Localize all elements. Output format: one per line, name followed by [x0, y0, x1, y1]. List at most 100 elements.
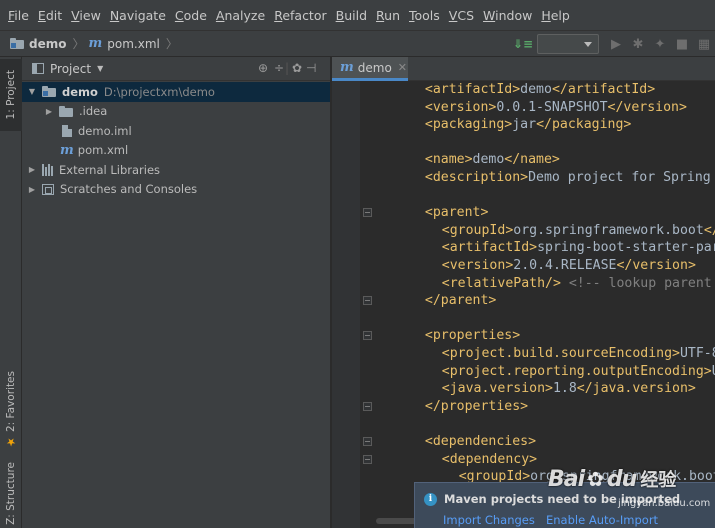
fold-marker-icon[interactable]	[363, 454, 372, 464]
code-line: <project.build.sourceEncoding>UTF-8</pro…	[442, 345, 715, 363]
debug-icon[interactable]: ✱	[627, 31, 649, 57]
fold-marker-icon[interactable]	[363, 296, 372, 306]
breadcrumb-file[interactable]: m pom.xml 〉	[85, 35, 178, 52]
fold-marker-icon[interactable]	[363, 437, 372, 446]
xml-value: 1.8	[552, 381, 577, 397]
tool-tab-structure[interactable]: Z: Structure	[0, 459, 22, 528]
gear-icon[interactable]: ✿	[292, 61, 302, 75]
menu-navigate[interactable]: Navigate	[106, 0, 171, 31]
xml-tag: </parent>	[424, 293, 497, 309]
run-toolbar: ⇓≡ ▶ ✱ ✦ ■ ▦	[512, 31, 715, 57]
maven-import-notification: i Maven projects need to be imported Imp…	[414, 482, 715, 528]
build-icon[interactable]: ⇓≡	[512, 31, 534, 57]
code-line: <artifactId>demo</artifactId>	[425, 81, 655, 99]
xml-value: spring-boot-starter-parent	[537, 240, 715, 256]
xml-tag: <version>	[441, 258, 514, 273]
xml-tag: <parent>	[424, 205, 489, 221]
separator: |	[285, 61, 290, 75]
tree-item-idea[interactable]: ▶ .idea	[22, 102, 330, 122]
chevron-right-icon[interactable]: ▶	[27, 185, 37, 194]
fold-marker-icon[interactable]	[363, 401, 372, 411]
tool-tab-favorites[interactable]: ★ 2: Favorites	[0, 370, 22, 450]
menu-bar: File Edit View Navigate Code Analyze Refactor B…	[0, 0, 715, 31]
editor-gutter[interactable]	[332, 81, 360, 528]
menu-window[interactable]: Window	[479, 0, 537, 31]
menu-tools[interactable]: Tools	[405, 0, 445, 31]
project-panel: Project ▼ ⊕ ÷ | ✿ ⊣ ▼ demo D:\projectxm\…	[22, 57, 331, 528]
breadcrumb-separator: 〉	[165, 37, 178, 51]
xml-value: 2.0.4.RELEASE	[513, 258, 617, 273]
editor-tab-label: demo	[357, 60, 392, 75]
code-line: </parent>	[425, 292, 496, 310]
xml-tag: <groupId>	[441, 222, 514, 238]
code-line: <description>Demo project for Spring Boo…	[425, 169, 715, 187]
tree-item-scratches[interactable]: ▶ Scratches and Consoles	[22, 180, 330, 200]
xml-tag: <dependencies>	[424, 434, 537, 449]
code-editor[interactable]: <artifactId>demo</artifactId> <version>0.…	[360, 81, 715, 528]
xml-value: demo	[472, 152, 505, 168]
xml-value: Demo project for Spring Boot	[528, 170, 711, 185]
tree-item-demo[interactable]: ▼ demo D:\projectxm\demo	[22, 82, 330, 102]
xml-tag: </groupId>	[703, 222, 715, 238]
tree-item-label: .idea	[79, 104, 108, 119]
tree-item-pom-xml[interactable]: m pom.xml	[22, 141, 330, 161]
file-icon	[62, 124, 72, 137]
menu-run[interactable]: Run	[372, 0, 405, 31]
chevron-right-icon[interactable]: ▶	[27, 165, 37, 174]
close-icon[interactable]: ✕	[398, 61, 407, 74]
breadcrumb-project[interactable]: demo 〉	[0, 35, 85, 52]
run-icon[interactable]: ▶	[605, 31, 627, 57]
hide-panel-icon[interactable]: ⊣	[306, 61, 316, 75]
menu-help[interactable]: Help	[537, 0, 575, 31]
code-line: <java.version>1.8</java.version>	[442, 380, 696, 398]
editor-tab-bar: m demo ✕	[332, 57, 715, 81]
library-icon	[42, 163, 53, 176]
tree-item-external-libraries[interactable]: ▶ External Libraries	[22, 160, 330, 180]
xml-tag: </artifactId>	[551, 82, 656, 97]
editor-tab-pom[interactable]: m demo ✕	[332, 57, 408, 81]
xml-value: 0.0.1-SNAPSHOT	[496, 99, 608, 115]
menu-code[interactable]: Code	[171, 0, 212, 31]
import-changes-link[interactable]: Import Changes	[443, 513, 535, 527]
menu-build[interactable]: Build	[332, 0, 372, 31]
xml-tag: <properties>	[424, 328, 521, 344]
menu-refactor[interactable]: Refactor	[270, 0, 331, 31]
code-line: <artifactId>spring-boot-starter-parent</…	[442, 239, 715, 257]
tree-item-label: External Libraries	[59, 162, 161, 177]
run-configuration-select[interactable]	[537, 34, 599, 54]
tool-tab-project[interactable]: 1: Project	[0, 59, 22, 131]
xml-value: org.springframework.boot	[513, 222, 704, 238]
stop-icon[interactable]: ■	[671, 31, 693, 57]
xml-tag: </properties>	[424, 398, 529, 414]
menu-edit[interactable]: Edit	[34, 0, 67, 31]
menu-vcs[interactable]: VCS	[445, 0, 479, 31]
enable-auto-import-link[interactable]: Enable Auto-Import	[546, 513, 658, 527]
xml-tag: <artifactId>	[424, 82, 521, 97]
star-icon: ★	[6, 435, 16, 449]
tree-item-label: demo.iml	[78, 123, 132, 138]
chevron-right-icon[interactable]: ▶	[44, 107, 54, 116]
chevron-down-icon[interactable]: ▼	[27, 87, 37, 96]
code-line: </properties>	[425, 398, 528, 416]
scroll-from-source-icon[interactable]: ⊕	[258, 61, 268, 75]
module-folder-icon	[10, 38, 24, 49]
xml-tag: </java.version>	[576, 381, 696, 397]
tree-item-label: demo	[62, 84, 98, 99]
fold-marker-icon[interactable]	[363, 208, 372, 218]
tool-tab-structure-label: Z: Structure	[5, 462, 17, 525]
tree-item-demo-iml[interactable]: demo.iml	[22, 121, 330, 141]
chevron-down-icon[interactable]: ▼	[97, 64, 103, 73]
code-line: <project.reporting.outputEncoding>UTF-8<…	[442, 363, 715, 381]
collapse-all-icon[interactable]: ÷	[274, 61, 284, 75]
menu-analyze[interactable]: Analyze	[212, 0, 270, 31]
menu-file[interactable]: File	[4, 0, 34, 31]
maven-icon: m	[60, 142, 74, 158]
menu-view[interactable]: View	[67, 0, 106, 31]
xml-value: jar	[512, 117, 537, 133]
project-structure-icon[interactable]: ▦	[693, 31, 715, 57]
code-line: <parent>	[425, 204, 489, 222]
coverage-icon[interactable]: ✦	[649, 31, 671, 57]
fold-marker-icon[interactable]	[363, 331, 372, 341]
project-panel-title[interactable]: Project	[50, 62, 91, 76]
xml-tag: </version>	[607, 99, 687, 115]
